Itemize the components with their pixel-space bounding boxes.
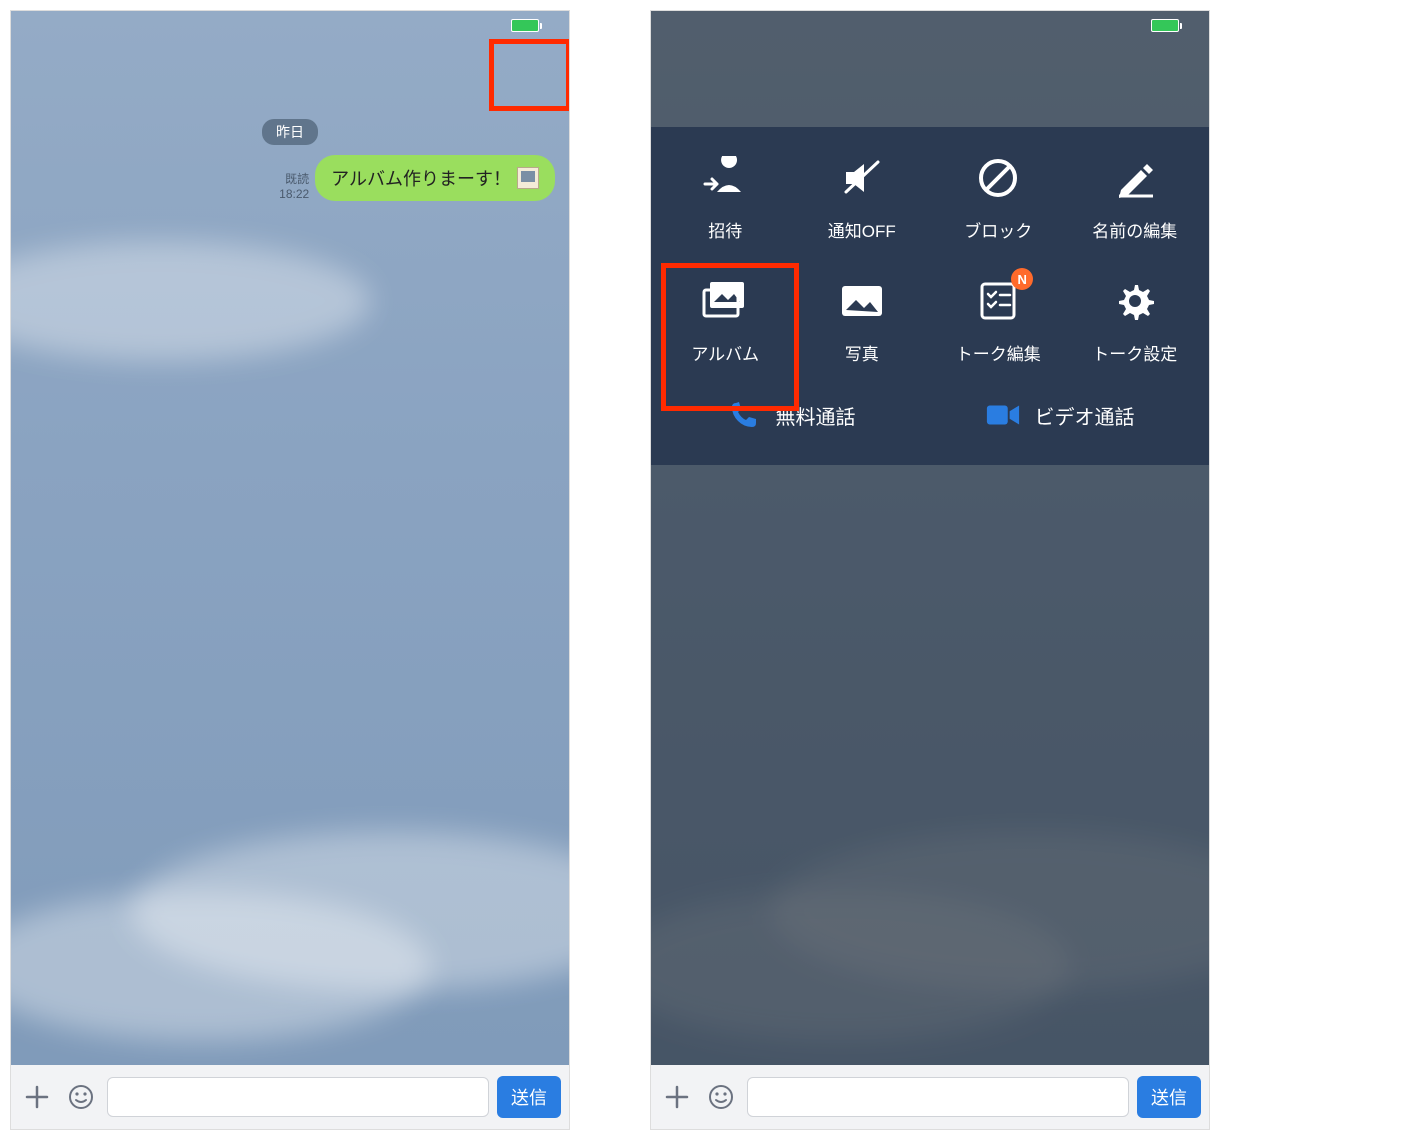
message-row: 既読 18:22 アルバム作りまーす！ bbox=[11, 155, 569, 201]
attach-button[interactable] bbox=[659, 1079, 695, 1115]
attach-button[interactable] bbox=[19, 1079, 55, 1115]
message-meta: 既読 18:22 bbox=[279, 172, 309, 201]
menu-item-photos[interactable]: 写真 bbox=[794, 276, 931, 365]
gear-icon bbox=[1110, 276, 1160, 326]
cloud-decoration bbox=[650, 891, 1071, 1041]
pencil-icon bbox=[1110, 153, 1160, 203]
block-icon bbox=[973, 153, 1023, 203]
menu-label: 名前の編集 bbox=[1092, 217, 1177, 242]
message-text-input[interactable] bbox=[747, 1077, 1129, 1117]
menu-label: トーク編集 bbox=[956, 340, 1041, 365]
annotation-highlight-album bbox=[661, 263, 799, 411]
send-button[interactable]: 送信 bbox=[497, 1076, 561, 1118]
phone-screenshot-right: au 18:04 ⚡ TOLOT次郎 bbox=[650, 10, 1210, 1130]
menu-item-talk-settings[interactable]: トーク設定 bbox=[1067, 276, 1204, 365]
new-badge: N bbox=[1011, 268, 1033, 290]
checklist-icon: N bbox=[973, 276, 1023, 326]
menu-label: 招待 bbox=[708, 217, 742, 242]
chat-messages-area[interactable]: 昨日 既読 18:22 アルバム作りまーす！ bbox=[11, 107, 569, 1065]
message-text: アルバム作りまーす！ bbox=[331, 165, 511, 191]
emoji-button[interactable] bbox=[703, 1079, 739, 1115]
photo-emoji-icon bbox=[517, 167, 539, 189]
message-input-bar: 送信 bbox=[651, 1065, 1209, 1129]
menu-label: ブロック bbox=[964, 217, 1032, 242]
video-call-button[interactable]: ビデオ通話 bbox=[985, 397, 1135, 433]
date-separator: 昨日 bbox=[262, 119, 318, 145]
message-input-bar: 送信 bbox=[11, 1065, 569, 1129]
video-call-label: ビデオ通話 bbox=[1035, 401, 1135, 430]
photo-icon bbox=[837, 276, 887, 326]
menu-label: トーク設定 bbox=[1092, 340, 1177, 365]
menu-item-edit-talk[interactable]: N トーク編集 bbox=[930, 276, 1067, 365]
read-receipt: 既読 bbox=[279, 172, 309, 186]
menu-item-edit-name[interactable]: 名前の編集 bbox=[1067, 153, 1204, 242]
video-icon bbox=[985, 397, 1021, 433]
emoji-button[interactable] bbox=[63, 1079, 99, 1115]
message-time: 18:22 bbox=[279, 187, 309, 201]
menu-label: 通知OFF bbox=[828, 217, 896, 242]
menu-item-block[interactable]: ブロック bbox=[930, 153, 1067, 242]
annotation-highlight-menu-toggle bbox=[489, 39, 570, 111]
menu-item-invite[interactable]: 招待 bbox=[657, 153, 794, 242]
message-text-input[interactable] bbox=[107, 1077, 489, 1117]
battery-icon bbox=[1151, 19, 1179, 32]
mute-icon bbox=[837, 153, 887, 203]
battery-icon bbox=[511, 19, 539, 32]
phone-screenshot-left: au 15:03 ⚡ TOLOT次郎 bbox=[10, 10, 570, 1130]
send-button[interactable]: 送信 bbox=[1137, 1076, 1201, 1118]
menu-label: 写真 bbox=[845, 340, 879, 365]
invite-icon bbox=[700, 153, 750, 203]
message-bubble[interactable]: アルバム作りまーす！ bbox=[315, 155, 555, 201]
menu-item-mute[interactable]: 通知OFF bbox=[794, 153, 931, 242]
